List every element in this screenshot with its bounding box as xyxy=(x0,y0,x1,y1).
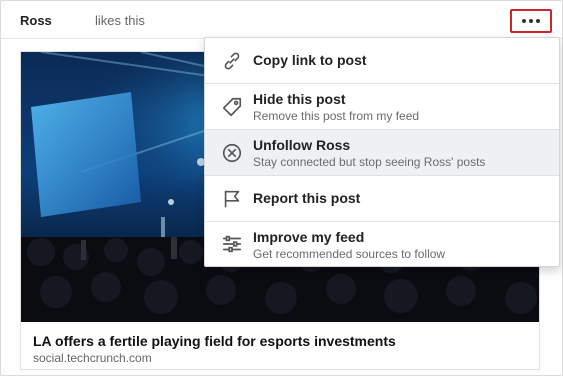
menu-item-copy-link[interactable]: Copy link to post xyxy=(205,38,559,84)
menu-item-description: Get recommended sources to follow xyxy=(253,247,446,261)
menu-item-improve-feed[interactable]: Improve my feed Get recommended sources … xyxy=(205,222,559,266)
menu-item-unfollow[interactable]: Unfollow Ross Stay connected but stop se… xyxy=(205,130,559,176)
more-dot-icon xyxy=(522,19,526,23)
article-source: social.techcrunch.com xyxy=(33,351,152,365)
post-header: Ross likes this xyxy=(1,1,562,39)
menu-item-label: Hide this post xyxy=(253,91,346,107)
menu-item-label: Improve my feed xyxy=(253,229,365,245)
post-options-menu: Copy link to post Hide this post Remove … xyxy=(204,37,560,267)
link-icon xyxy=(224,52,240,70)
post-action-text: likes this xyxy=(95,13,145,28)
menu-item-label: Unfollow Ross xyxy=(253,137,351,153)
author-name[interactable]: Ross xyxy=(20,13,52,28)
menu-item-report-post[interactable]: Report this post xyxy=(205,176,559,222)
tag-icon xyxy=(222,97,242,117)
unfollow-x-icon xyxy=(222,143,242,163)
menu-item-label: Report this post xyxy=(253,190,361,206)
menu-item-label: Copy link to post xyxy=(253,52,367,68)
article-title[interactable]: LA offers a fertile playing field for es… xyxy=(33,333,396,349)
menu-item-description: Remove this post from my feed xyxy=(253,109,420,123)
more-dot-icon xyxy=(536,19,540,23)
more-dot-icon xyxy=(529,19,533,23)
menu-item-description: Stay connected but stop seeing Ross' pos… xyxy=(253,155,486,169)
more-options-button[interactable] xyxy=(510,9,552,33)
sliders-icon xyxy=(222,235,242,253)
menu-item-hide-post[interactable]: Hide this post Remove this post from my … xyxy=(205,84,559,130)
flag-icon xyxy=(224,190,240,208)
